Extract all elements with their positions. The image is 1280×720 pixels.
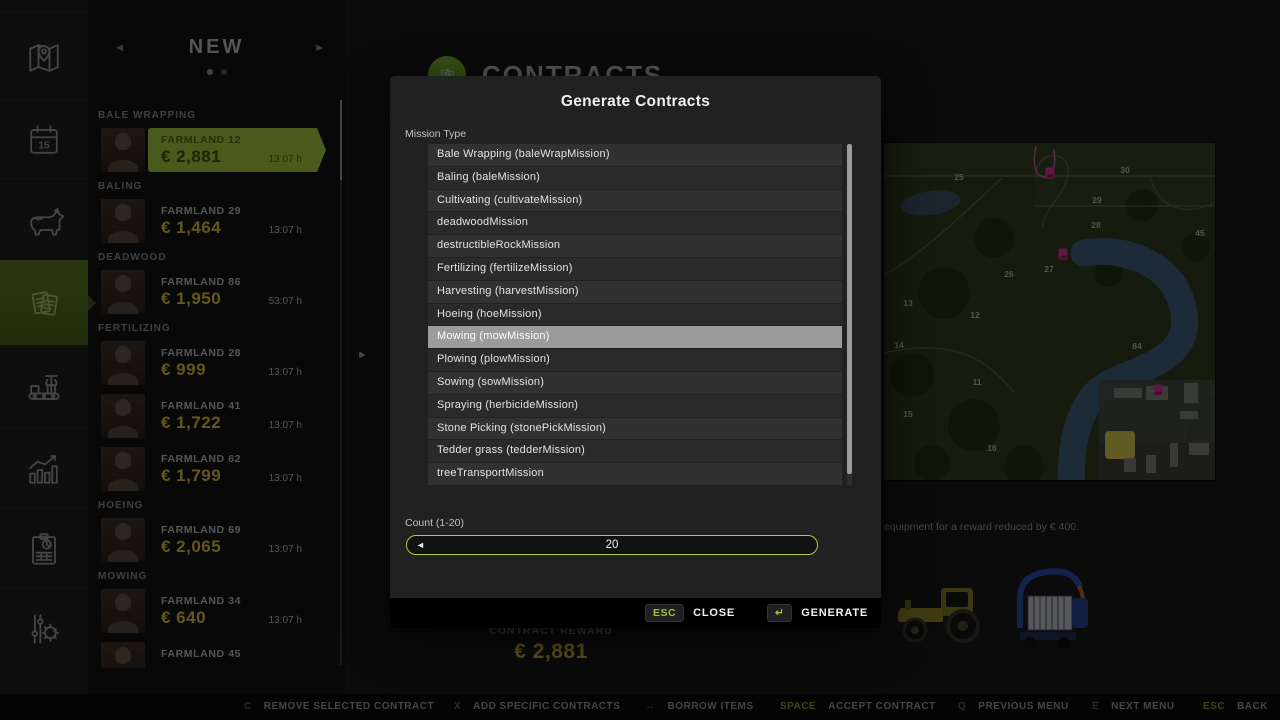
mission-option[interactable]: Harvesting (harvestMission) [428, 281, 842, 303]
mission-option[interactable]: Mowing (mowMission) [428, 326, 842, 348]
mission-type-list: Bale Wrapping (baleWrapMission)Baling (b… [428, 144, 852, 486]
mission-option[interactable]: Hoeing (hoeMission) [428, 304, 842, 326]
close-button[interactable]: CLOSE [693, 607, 735, 619]
enter-key-icon: ↵ [767, 604, 792, 622]
game-screen: 15 [0, 0, 1280, 720]
count-label: Count (1-20) [405, 517, 464, 529]
modal-title: Generate Contracts [390, 93, 881, 111]
generate-button[interactable]: GENERATE [801, 607, 868, 619]
mission-option[interactable]: Bale Wrapping (baleWrapMission) [428, 144, 842, 166]
generate-contracts-modal: Generate Contracts Mission Type Bale Wra… [390, 76, 881, 628]
mission-option[interactable]: Spraying (herbicideMission) [428, 395, 842, 417]
count-value: 20 [407, 539, 817, 551]
mission-option[interactable]: treeTransportMission [428, 463, 842, 485]
slider-decrease-arrow[interactable]: ◄ [416, 540, 425, 550]
mission-option[interactable]: Tedder grass (tedderMission) [428, 440, 842, 462]
mission-option[interactable]: Baling (baleMission) [428, 167, 842, 189]
modal-footer: ESC CLOSE ↵ GENERATE [390, 598, 881, 628]
mission-list-scrollbar[interactable] [847, 144, 852, 486]
esc-key-badge: ESC [645, 604, 684, 622]
mission-option[interactable]: Fertilizing (fertilizeMission) [428, 258, 842, 280]
mission-option[interactable]: deadwoodMission [428, 212, 842, 234]
mission-scrollbar-thumb[interactable] [847, 144, 852, 474]
mission-option[interactable]: destructibleRockMission [428, 235, 842, 257]
mission-type-label: Mission Type [405, 128, 466, 140]
mission-option[interactable]: Sowing (sowMission) [428, 372, 842, 394]
mission-option[interactable]: Cultivating (cultivateMission) [428, 190, 842, 212]
count-slider[interactable]: ◄ 20 [406, 535, 818, 555]
mission-option[interactable]: Plowing (plowMission) [428, 349, 842, 371]
mission-option[interactable]: Stone Picking (stonePickMission) [428, 418, 842, 440]
